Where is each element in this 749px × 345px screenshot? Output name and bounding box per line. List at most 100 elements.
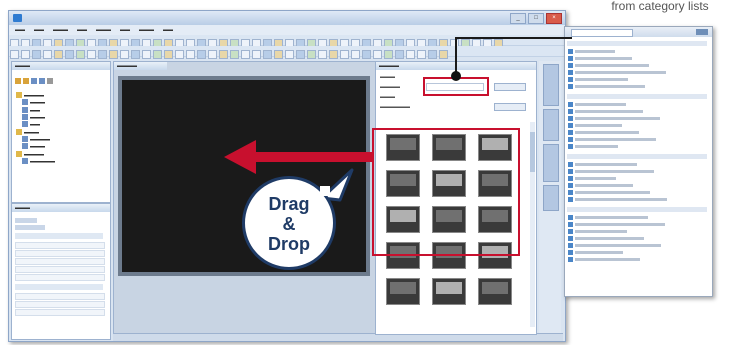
menu-item[interactable]: ▬▬▬ [53, 25, 68, 35]
close-button[interactable]: × [546, 13, 562, 24]
menu-item[interactable]: ▬▬ [120, 25, 130, 35]
grid-icon[interactable] [39, 77, 45, 84]
category-icon [568, 123, 573, 129]
list-item[interactable] [568, 190, 650, 196]
tree-item[interactable]: ▬▬▬▬ [16, 135, 110, 143]
tree-item[interactable]: ▬▬▬ [16, 128, 110, 136]
settings-icon[interactable] [47, 77, 53, 84]
list-item[interactable] [568, 229, 627, 235]
maximize-button[interactable]: □ [528, 13, 544, 24]
panel-header: ▬▬▬ [12, 62, 110, 70]
category-list-window [564, 26, 713, 297]
project-tree-panel: ▬▬▬ ▬▬▬▬ ▬▬▬ ▬▬ ▬▬▬ ▬▬ ▬▬▬ ▬▬▬▬ ▬▬▬ ▬▬▬▬… [11, 61, 111, 203]
category-icon [568, 236, 573, 242]
category-icon [568, 250, 573, 256]
editor-tab[interactable]: ▬▬▬▬ [114, 62, 167, 70]
bubble-line-2: & [282, 214, 296, 234]
category-dropdown[interactable] [571, 29, 633, 37]
list-item[interactable] [568, 102, 626, 108]
scrollbar[interactable] [530, 122, 535, 327]
list-item[interactable] [568, 162, 637, 168]
screen-icon [22, 157, 28, 164]
list-item[interactable] [568, 197, 667, 203]
title-bar: _ □ × [9, 11, 565, 25]
category-icon [568, 144, 573, 150]
screen-icon [22, 113, 28, 120]
category-icon [568, 162, 573, 168]
template-thumbnail[interactable] [478, 278, 512, 305]
category-icon [568, 130, 573, 136]
list-item[interactable] [568, 109, 643, 115]
category-icon [568, 169, 573, 175]
tree-item[interactable]: ▬▬▬ [16, 113, 110, 121]
tree-item[interactable]: ▬▬▬▬ [16, 92, 110, 99]
list-item[interactable] [568, 137, 656, 143]
menu-item[interactable]: ▬▬ [15, 25, 25, 35]
folder-icon[interactable] [15, 77, 21, 84]
list-item[interactable] [568, 250, 623, 256]
category-icon [568, 197, 573, 203]
list-group-header [567, 94, 707, 99]
list-item[interactable] [568, 183, 633, 189]
arrow-left-icon [224, 140, 374, 174]
screen-icon [22, 106, 28, 113]
list-item[interactable] [568, 222, 665, 228]
list-group-header [567, 207, 707, 212]
list-item[interactable] [568, 236, 644, 242]
tree-item[interactable]: ▬▬▬ [16, 99, 110, 106]
category-icon [568, 176, 573, 182]
list-group-header [567, 41, 707, 46]
scrollbar-thumb-icon[interactable] [530, 132, 535, 172]
list-item[interactable] [568, 243, 661, 249]
category-list [565, 39, 712, 294]
tree-item[interactable]: ▬▬▬▬▬ [16, 157, 110, 165]
tree-item[interactable]: ▬▬ [16, 106, 110, 114]
folder-icon [16, 150, 22, 157]
category-icon [568, 229, 573, 235]
caption-line: from category lists [611, 0, 709, 13]
folder-icon[interactable] [23, 77, 29, 84]
chevron-down-icon[interactable] [696, 29, 708, 35]
category-icon [568, 243, 573, 249]
side-tab-strip[interactable] [539, 61, 561, 333]
list-item[interactable] [568, 130, 639, 136]
category-icon [568, 116, 573, 122]
grid-icon[interactable] [31, 77, 37, 84]
list-item[interactable] [568, 215, 648, 221]
menu-item[interactable]: ▬▬ [163, 25, 173, 35]
panel-header: ▬▬▬ [12, 204, 110, 212]
list-group-header [567, 154, 707, 159]
side-tab[interactable] [543, 109, 559, 141]
list-item[interactable] [568, 257, 640, 263]
menu-item[interactable]: ▬▬ [34, 25, 44, 35]
category-icon [568, 257, 573, 263]
property-list[interactable] [15, 216, 105, 317]
bubble-line-1: Drag [268, 194, 310, 214]
list-item[interactable] [568, 70, 666, 76]
list-item[interactable] [568, 144, 618, 150]
list-item[interactable] [568, 116, 660, 122]
template-thumbnail[interactable] [432, 278, 466, 305]
panel-toolbar[interactable] [12, 70, 110, 92]
tree-item[interactable]: ▬▬▬ [16, 143, 110, 150]
category-icon [568, 190, 573, 196]
folder-icon [16, 128, 22, 135]
category-icon [568, 183, 573, 189]
list-item[interactable] [568, 63, 649, 69]
menu-item[interactable]: ▬▬▬ [139, 25, 154, 35]
template-thumbnail[interactable] [386, 278, 420, 305]
tree-item[interactable]: ▬▬ [16, 121, 110, 128]
side-tab[interactable] [543, 185, 559, 211]
list-item[interactable] [568, 169, 654, 175]
tree-item[interactable]: ▬▬▬▬ [16, 150, 110, 158]
side-tab[interactable] [543, 144, 559, 182]
app-icon [13, 14, 22, 22]
list-item[interactable] [568, 176, 616, 182]
minimize-button[interactable]: _ [510, 13, 526, 24]
property-panel: ▬▬▬ [11, 203, 111, 340]
list-item[interactable] [568, 123, 622, 129]
menu-item[interactable]: ▬▬ [77, 25, 87, 35]
bubble-line-3: Drop [268, 234, 310, 254]
menu-item[interactable]: ▬▬▬ [96, 25, 111, 35]
category-icon [568, 222, 573, 228]
